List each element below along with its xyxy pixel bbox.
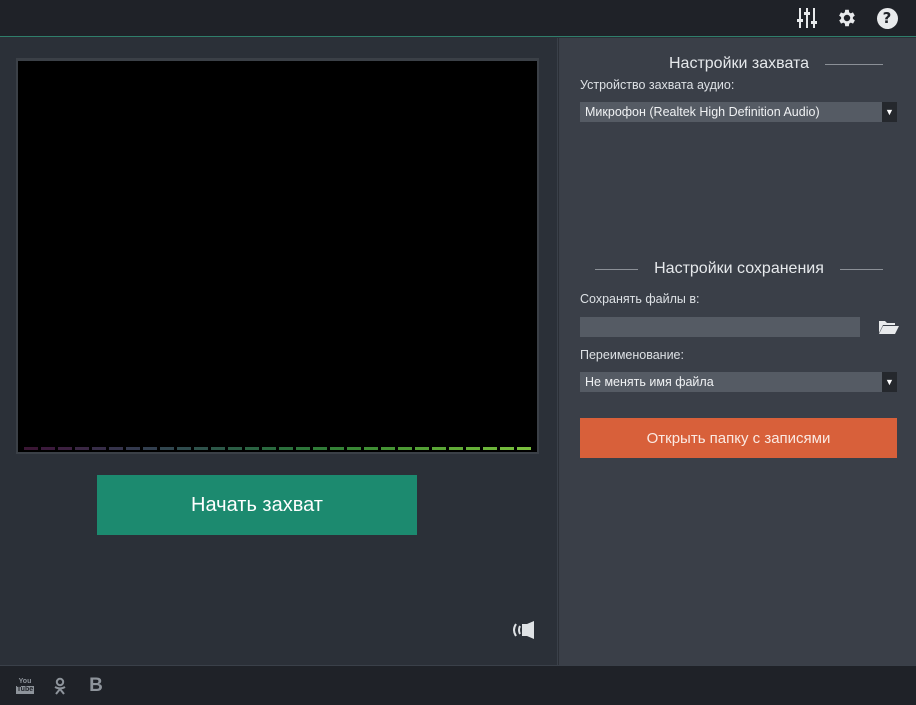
heading-divider xyxy=(839,268,884,270)
meter-segment xyxy=(245,447,259,450)
meter-segment xyxy=(109,447,123,450)
meter-segment xyxy=(126,447,140,450)
speaker-icon xyxy=(513,621,534,639)
meter-segment xyxy=(75,447,89,450)
meter-segment xyxy=(143,447,157,450)
meter-segment xyxy=(279,447,293,450)
meter-segment xyxy=(432,447,446,450)
meter-segment xyxy=(313,447,327,450)
start-capture-button[interactable]: Начать захват xyxy=(97,475,417,535)
help-glyph: ? xyxy=(882,9,892,27)
open-recordings-folder-button[interactable]: Открыть папку с записями xyxy=(580,418,897,458)
folder-open-icon xyxy=(879,321,899,334)
heading-divider xyxy=(595,268,639,270)
meter-segment xyxy=(449,447,463,450)
rename-value: Не менять имя файла xyxy=(585,375,714,389)
youtube-top-text: You xyxy=(18,678,32,685)
settings-button[interactable] xyxy=(835,6,859,30)
meter-segment xyxy=(500,447,514,450)
top-toolbar: ? xyxy=(0,0,916,37)
meter-segment xyxy=(58,447,72,450)
dropdown-arrow-icon[interactable]: ▼ xyxy=(882,102,897,122)
audio-device-label: Устройство захвата аудио: xyxy=(580,78,735,92)
social-bar: You Tube B xyxy=(0,665,916,705)
meter-segment xyxy=(177,447,191,450)
audio-level-meter xyxy=(24,447,531,450)
rename-label: Переименование: xyxy=(580,348,684,362)
settings-panel: Настройки захвата Устройство захвата ауд… xyxy=(559,38,916,665)
meter-segment xyxy=(296,447,310,450)
capture-settings-heading: Настройки захвата xyxy=(579,54,899,74)
youtube-link[interactable]: You Tube xyxy=(15,676,35,696)
audio-device-value: Микрофон (Realtek High Definition Audio) xyxy=(585,105,820,119)
meter-segment xyxy=(41,447,55,450)
youtube-bottom-text: Tube xyxy=(15,686,35,694)
mixer-button[interactable] xyxy=(795,6,819,30)
meter-segment xyxy=(398,447,412,450)
meter-segment xyxy=(364,447,378,450)
help-icon: ? xyxy=(876,7,898,29)
youtube-icon: You Tube xyxy=(15,678,35,694)
odnoklassniki-icon xyxy=(54,677,66,695)
meter-segment xyxy=(262,447,276,450)
meter-segment xyxy=(194,447,208,450)
meter-segment xyxy=(330,447,344,450)
audio-preview xyxy=(16,58,539,454)
meter-segment xyxy=(415,447,429,450)
save-path-input[interactable] xyxy=(580,317,860,337)
meter-segment xyxy=(381,447,395,450)
rename-select[interactable]: Не менять имя файла ▼ xyxy=(580,372,897,392)
meter-segment xyxy=(160,447,174,450)
meter-segment xyxy=(483,447,497,450)
vk-link[interactable]: B xyxy=(86,675,106,696)
save-settings-heading: Настройки сохранения xyxy=(579,259,899,279)
meter-segment xyxy=(24,447,38,450)
gear-icon xyxy=(839,9,855,27)
meter-segment xyxy=(517,447,531,450)
capture-panel: Начать захват xyxy=(0,38,558,665)
dropdown-arrow-icon[interactable]: ▼ xyxy=(882,372,897,392)
capture-settings-title: Настройки захвата xyxy=(668,55,810,72)
meter-segment xyxy=(228,447,242,450)
browse-folder-button[interactable] xyxy=(877,316,901,338)
help-button[interactable]: ? xyxy=(875,6,899,30)
meter-segment xyxy=(347,447,361,450)
meter-segment xyxy=(211,447,225,450)
vk-icon: B xyxy=(89,675,103,696)
save-settings-title: Настройки сохранения xyxy=(654,260,824,277)
meter-segment xyxy=(466,447,480,450)
odnoklassniki-link[interactable] xyxy=(52,676,68,696)
mixer-icon xyxy=(797,8,817,28)
meter-segment xyxy=(92,447,106,450)
volume-button[interactable] xyxy=(510,618,538,642)
audio-device-select[interactable]: Микрофон (Realtek High Definition Audio)… xyxy=(580,102,897,122)
save-path-label: Сохранять файлы в: xyxy=(580,292,700,306)
heading-divider xyxy=(825,63,884,65)
